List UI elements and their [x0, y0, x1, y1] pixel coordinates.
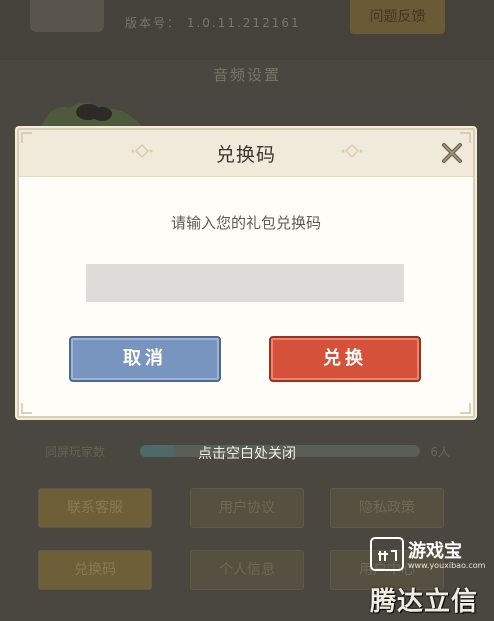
gamepad-logo-icon: [370, 537, 404, 571]
corner-deco-icon: [460, 403, 471, 414]
corner-deco-icon: [460, 132, 471, 143]
redeem-button[interactable]: 兑换: [269, 336, 421, 382]
cat-decoration-icon: [40, 102, 140, 130]
close-hint: 点击空白处关闭: [198, 446, 296, 462]
section-title: 音频设置: [212, 66, 281, 84]
user-agreement-button: 用户协议: [190, 488, 304, 528]
redeem-code-input[interactable]: [86, 264, 404, 302]
dialog-header: 兑换码: [19, 130, 473, 177]
watermark-url: www.youxibao.com: [408, 561, 486, 570]
corner-deco-icon: [21, 403, 32, 414]
contact-support-button: 联系客服: [38, 488, 152, 528]
redeem-code-button: 兑换码: [38, 550, 152, 590]
feedback-button: 问题反馈: [350, 0, 445, 34]
background-header: 版本号： 1.0.11.212161 问题反馈: [0, 0, 494, 60]
avatar: [30, 0, 104, 32]
corner-deco-icon: [21, 132, 32, 143]
watermark: 游戏宝 www.youxibao.com 腾达立信: [370, 537, 488, 617]
diamond-deco-icon: [341, 144, 363, 158]
dialog-title: 兑换码: [215, 144, 276, 166]
privacy-policy-button: 隐私政策: [330, 488, 444, 528]
redeem-code-dialog: 兑换码 请输入您的礼包兑换码 取消 兑换: [17, 128, 475, 418]
watermark-logo-text: 游戏宝: [408, 541, 462, 562]
version-label: 版本号： 1.0.11.212161: [125, 16, 301, 30]
personal-info-button: 个人信息: [190, 550, 304, 590]
dialog-prompt: 请输入您的礼包兑换码: [170, 214, 321, 232]
watermark-slogan: 腾达立信: [370, 587, 479, 617]
cancel-button[interactable]: 取消: [69, 336, 221, 382]
